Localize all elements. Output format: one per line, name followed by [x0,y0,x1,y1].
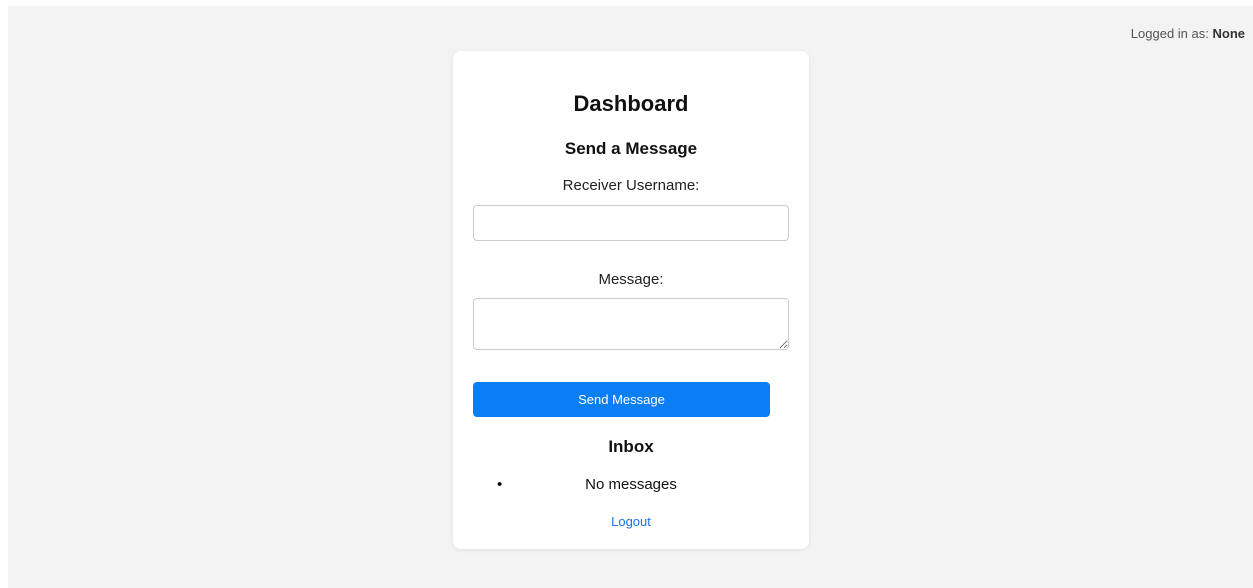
message-label: Message: [598,271,664,288]
page-background: Logged in as: None Dashboard Send a Mess… [8,6,1253,588]
logout-link[interactable]: Logout [453,514,809,529]
logged-in-prefix: Logged in as: [1130,26,1209,41]
inbox-heading: Inbox [608,437,654,456]
page-title: Dashboard [573,91,689,116]
logged-in-status: Logged in as: None [1131,26,1245,41]
bullet-icon: • [497,476,503,493]
send-message-heading: Send a Message [564,139,698,158]
receiver-username-label: Receiver Username: [562,177,700,194]
inbox-item-text: No messages [585,476,677,493]
send-message-button[interactable]: Send Message [473,382,770,417]
list-item: • No messages [453,476,809,493]
receiver-username-input[interactable] [473,205,789,241]
dashboard-card: Dashboard Send a Message Receiver Userna… [453,51,809,549]
message-textarea[interactable] [473,298,789,350]
logged-in-user: None [1212,26,1246,41]
inbox-list: • No messages [453,476,809,493]
